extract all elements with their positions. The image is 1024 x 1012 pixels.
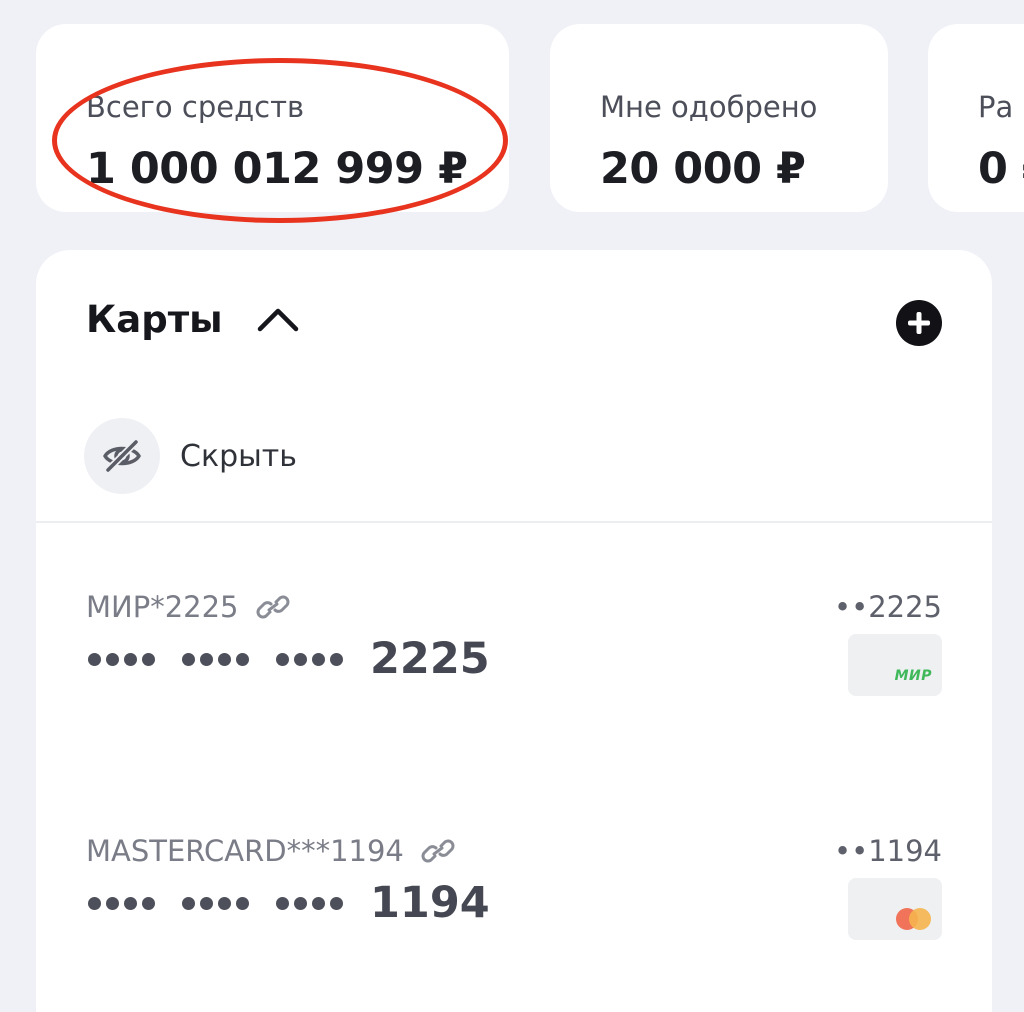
- masked-dots: [182, 652, 254, 666]
- card-name-line: МИР*2225: [86, 590, 293, 624]
- eye-off-icon: [84, 418, 160, 494]
- link-icon: [421, 839, 455, 863]
- card-thumbnail: МИР: [848, 634, 942, 696]
- masked-card-number: 2225: [88, 634, 490, 684]
- mir-logo: МИР: [894, 668, 932, 684]
- hide-balance-button[interactable]: Скрыть: [84, 418, 297, 494]
- cards-panel: Карты Скрыть МИР*2225 2225 ••2225 МИР MA…: [36, 250, 992, 1012]
- card-last4: 2225: [370, 634, 490, 684]
- total-funds-value: 1 000 012 999 ₽: [86, 144, 468, 194]
- masked-card-number: 1194: [88, 878, 490, 928]
- card-row-mastercard[interactable]: MASTERCARD***1194 1194 ••1194: [36, 834, 992, 1004]
- total-funds-tile[interactable]: Всего средств 1 000 012 999 ₽: [36, 24, 509, 212]
- card-name-line: MASTERCARD***1194: [86, 834, 458, 868]
- masked-dots: [276, 896, 348, 910]
- masked-dots: [88, 896, 160, 910]
- masked-dots: [88, 652, 160, 666]
- approved-value: 20 000 ₽: [600, 144, 806, 194]
- total-funds-label: Всего средств: [86, 90, 305, 124]
- link-icon: [256, 595, 289, 619]
- approved-tile[interactable]: Мне одобрено 20 000 ₽: [550, 24, 888, 212]
- masked-dots: [276, 652, 348, 666]
- card-thumbnail: [848, 878, 942, 940]
- section-divider: [36, 521, 992, 523]
- card-short-number: ••2225: [833, 590, 942, 624]
- third-summary-tile[interactable]: Ра 0 ₽: [928, 24, 1024, 212]
- hide-balance-label: Скрыть: [180, 438, 297, 474]
- cards-section-title: Карты: [86, 298, 223, 341]
- mastercard-logo-icon: [896, 908, 932, 930]
- third-summary-label: Ра: [978, 90, 1014, 124]
- card-last4: 1194: [370, 878, 490, 928]
- card-name: MASTERCARD***1194: [86, 834, 404, 868]
- card-row-mir[interactable]: МИР*2225 2225 ••2225 МИР: [36, 590, 992, 760]
- accounts-screen: Всего средств 1 000 012 999 ₽ Мне одобре…: [0, 0, 1024, 1012]
- chevron-up-icon[interactable]: [256, 298, 300, 338]
- third-summary-value: 0 ₽: [978, 144, 1024, 194]
- card-short-number: ••1194: [833, 834, 942, 868]
- add-card-button[interactable]: [896, 300, 942, 346]
- masked-dots: [182, 896, 254, 910]
- approved-label: Мне одобрено: [600, 90, 818, 124]
- card-name: МИР*2225: [86, 590, 239, 624]
